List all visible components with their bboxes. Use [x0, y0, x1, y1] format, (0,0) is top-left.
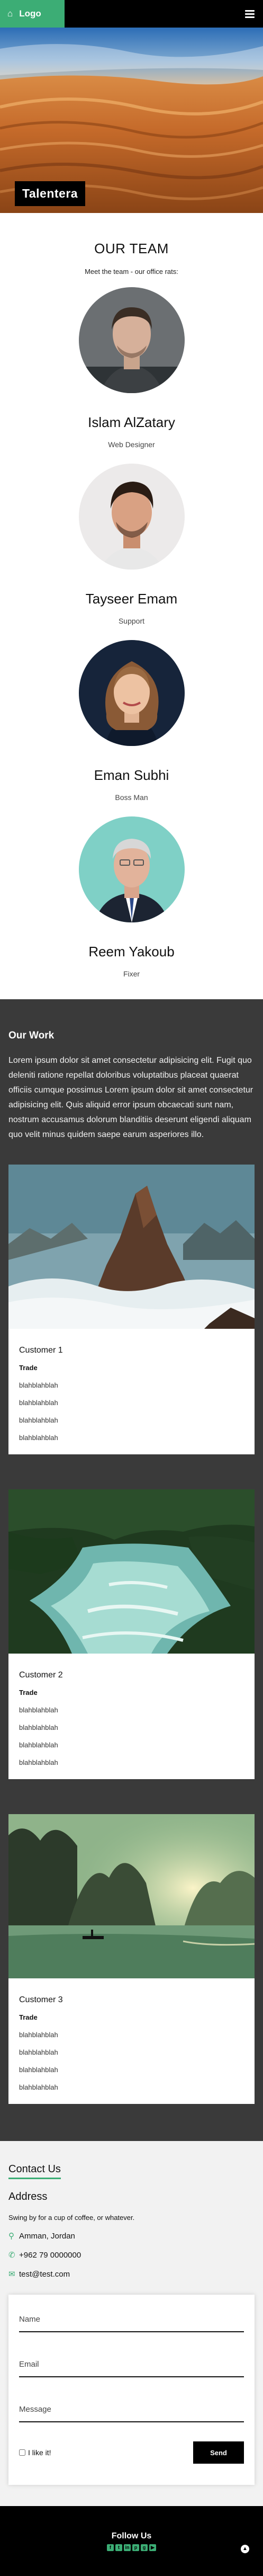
home-icon: ⌂	[7, 8, 13, 19]
like-checkbox[interactable]	[19, 2449, 25, 2456]
hamburger-menu-icon[interactable]	[245, 10, 255, 18]
team-member: Islam AlZatary Web Designer	[0, 287, 263, 449]
email-row: ✉ test@test.com	[8, 2269, 255, 2279]
team-subtitle: Meet the team - our office rats:	[85, 268, 178, 276]
card-line: blahblahblah	[19, 1381, 58, 1389]
member-name: Islam AlZatary	[88, 414, 175, 430]
avatar	[78, 816, 185, 922]
work-title: Our Work	[8, 1030, 55, 1041]
like-checkbox-row[interactable]: I like it!	[19, 2448, 51, 2457]
card-line: blahblahblah	[19, 1706, 58, 1714]
hero-banner: Talentera	[0, 28, 263, 213]
follow-us-heading: Follow Us	[111, 2531, 152, 2541]
location-text: Amman, Jordan	[19, 2231, 75, 2241]
team-member: Reem Yakoub Fixer	[0, 816, 263, 978]
email-text: test@test.com	[19, 2269, 70, 2279]
work-card[interactable]: Customer 2 Trade blahblahblah blahblahbl…	[8, 1489, 255, 1779]
address-heading: Address	[8, 2191, 48, 2202]
avatar	[78, 464, 185, 570]
card-line: blahblahblah	[19, 1434, 58, 1442]
message-input[interactable]	[19, 2401, 244, 2422]
trade-label: Trade	[19, 2013, 38, 2021]
linkedin-icon[interactable]: in	[124, 2544, 131, 2551]
member-name: Tayseer Emam	[85, 591, 178, 607]
social-icons: f t in p g ▶	[0, 2544, 263, 2551]
contact-section: Contact Us Address Swing by for a cup of…	[0, 2141, 263, 2506]
phone-text: +962 79 0000000	[19, 2250, 81, 2260]
location-row: ⚲ Amman, Jordan	[8, 2231, 255, 2241]
logo-link[interactable]: ⌂ Logo	[0, 0, 65, 28]
trade-label: Trade	[19, 1364, 38, 1372]
customer-name: Customer 3	[19, 1995, 63, 2004]
team-member: Eman Subhi Boss Man	[0, 640, 263, 802]
card-line: blahblahblah	[19, 2031, 58, 2039]
member-role: Support	[118, 617, 145, 625]
work-description: Lorem ipsum dolor sit amet consectetur a…	[8, 1056, 253, 1139]
member-role: Web Designer	[108, 440, 155, 449]
contact-title: Contact Us	[8, 2163, 61, 2179]
work-card[interactable]: Customer 1 Trade blahblahblah blahblahbl…	[8, 1165, 255, 1454]
twitter-icon[interactable]: t	[115, 2544, 122, 2551]
phone-row: ✆ +962 79 0000000	[8, 2250, 255, 2260]
avatar	[78, 640, 185, 746]
card-line: blahblahblah	[19, 1416, 58, 1424]
pinterest-icon[interactable]: p	[132, 2544, 139, 2551]
youtube-icon[interactable]: ▶	[149, 2544, 156, 2551]
footer: Follow Us f t in p g ▶ ▲	[0, 2506, 263, 2576]
river-image	[8, 1489, 255, 1654]
team-member: Tayseer Emam Support	[0, 464, 263, 625]
trade-label: Trade	[19, 1689, 38, 1696]
top-navbar: ⌂ Logo	[0, 0, 263, 28]
contact-slogan: Swing by for a cup of coffee, or whateve…	[8, 2214, 135, 2222]
member-name: Reem Yakoub	[88, 944, 175, 960]
mountain-image	[8, 1165, 255, 1329]
envelope-icon: ✉	[8, 2270, 15, 2279]
phone-icon: ✆	[8, 2251, 15, 2260]
email-input[interactable]	[19, 2356, 244, 2377]
work-section: Our Work Lorem ipsum dolor sit amet cons…	[0, 999, 263, 2141]
customer-name: Customer 2	[19, 1671, 63, 1680]
card-line: blahblahblah	[19, 1758, 58, 1766]
map-marker-icon: ⚲	[8, 2232, 14, 2241]
name-input[interactable]	[19, 2311, 244, 2332]
like-checkbox-label: I like it!	[28, 2448, 51, 2457]
contact-form: I like it! Send	[8, 2295, 255, 2485]
member-name: Eman Subhi	[94, 767, 169, 783]
send-button[interactable]: Send	[193, 2441, 244, 2464]
card-line: blahblahblah	[19, 2048, 58, 2056]
member-role: Boss Man	[115, 793, 148, 802]
card-line: blahblahblah	[19, 1741, 58, 1749]
logo-text: Logo	[19, 8, 41, 19]
avatar	[78, 287, 185, 393]
card-line: blahblahblah	[19, 1724, 58, 1731]
card-line: blahblahblah	[19, 1399, 58, 1407]
team-section: OUR TEAM Meet the team - our office rats…	[0, 213, 263, 978]
scroll-top-icon[interactable]: ▲	[241, 2545, 249, 2553]
google-icon[interactable]: g	[141, 2544, 148, 2551]
lake-image	[8, 1814, 255, 1978]
facebook-icon[interactable]: f	[107, 2544, 114, 2551]
work-card[interactable]: Customer 3 Trade blahblahblah blahblahbl…	[8, 1814, 255, 2104]
member-role: Fixer	[123, 970, 140, 978]
hero-title: Talentera	[15, 181, 86, 206]
team-title: OUR TEAM	[94, 241, 169, 256]
card-line: blahblahblah	[19, 2083, 58, 2091]
card-line: blahblahblah	[19, 2066, 58, 2074]
customer-name: Customer 1	[19, 1346, 63, 1355]
